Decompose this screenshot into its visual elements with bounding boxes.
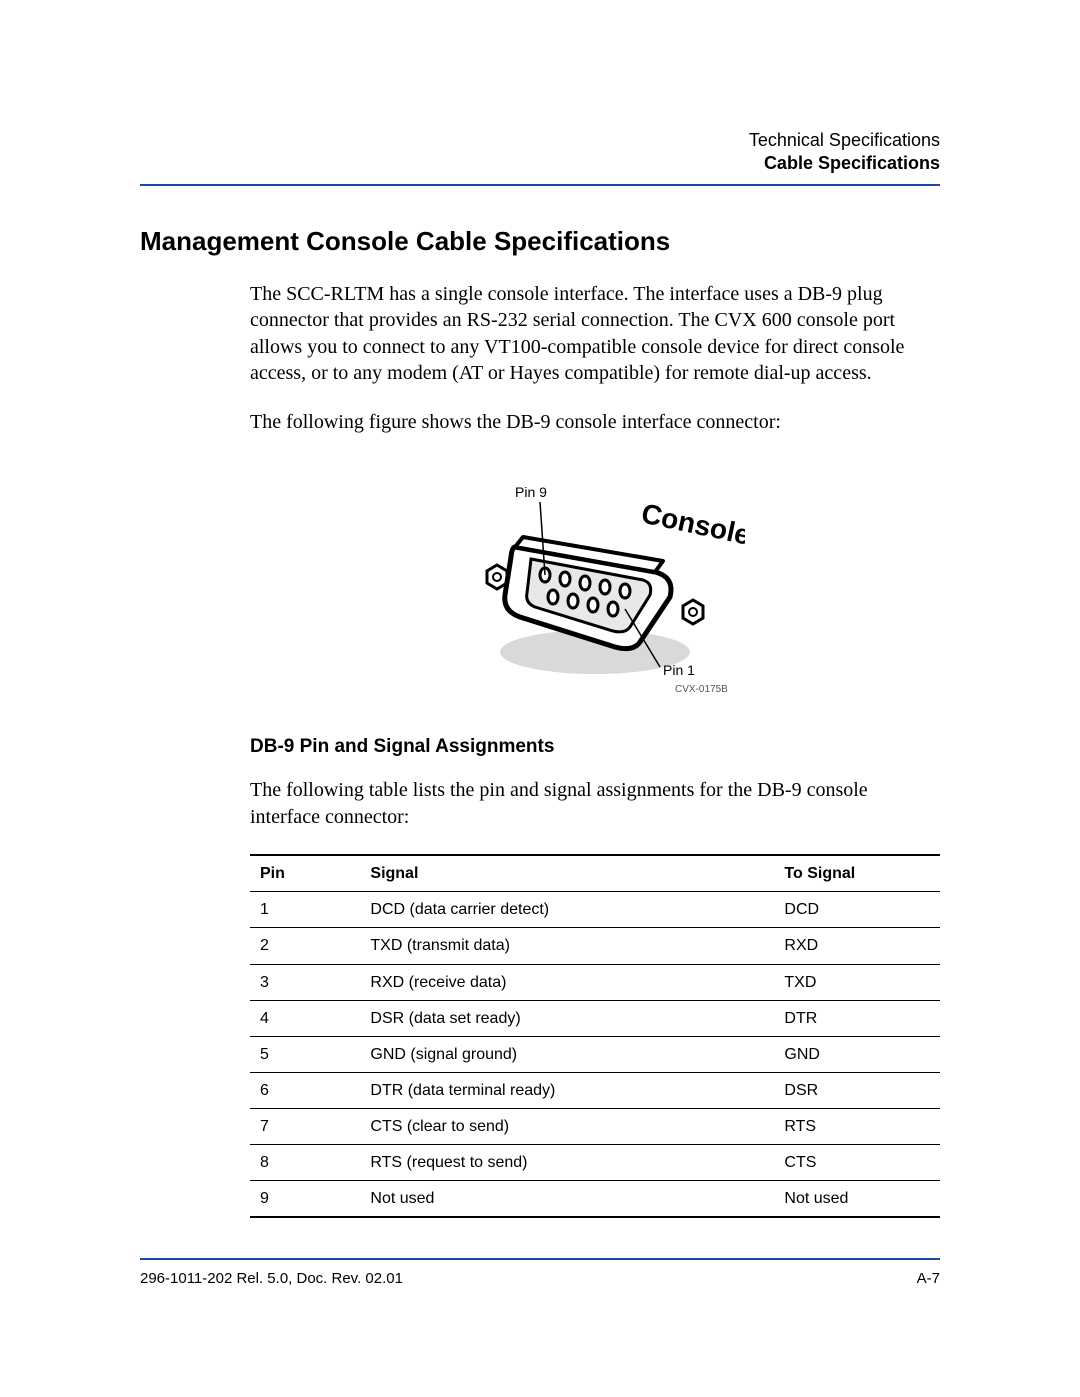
page-header: Technical Specifications Cable Specifica… (140, 130, 940, 174)
page-footer: 296-1011-202 Rel. 5.0, Doc. Rev. 02.01 A… (140, 1258, 940, 1287)
th-to-signal: To Signal (774, 855, 940, 892)
cell-signal: DTR (data terminal ready) (360, 1072, 774, 1108)
cell-signal: DSR (data set ready) (360, 1000, 774, 1036)
db9-figure: Pin 9 Console Pin 1 CVX-0175B (250, 457, 940, 704)
paragraph-2: The following figure shows the DB-9 cons… (250, 409, 940, 435)
cell-pin: 2 (250, 928, 360, 964)
subsection-intro: The following table lists the pin and si… (250, 777, 940, 830)
cell-to_signal: DCD (774, 892, 940, 928)
header-rule (140, 184, 940, 186)
pin-signal-table: Pin Signal To Signal 1DCD (data carrier … (250, 854, 940, 1218)
table-row: 9Not usedNot used (250, 1181, 940, 1218)
table-row: 2TXD (transmit data)RXD (250, 928, 940, 964)
figure-pin1-label: Pin 1 (663, 662, 695, 678)
footer-rule (140, 1258, 940, 1260)
cell-pin: 7 (250, 1108, 360, 1144)
db9-connector-icon: Pin 9 Console Pin 1 CVX-0175B (445, 457, 745, 697)
header-doc-section: Technical Specifications (140, 130, 940, 151)
cell-pin: 6 (250, 1072, 360, 1108)
cell-to_signal: Not used (774, 1181, 940, 1218)
cell-signal: TXD (transmit data) (360, 928, 774, 964)
cell-pin: 4 (250, 1000, 360, 1036)
cell-signal: RTS (request to send) (360, 1145, 774, 1181)
section-title: Management Console Cable Specifications (140, 226, 940, 257)
cell-to_signal: GND (774, 1036, 940, 1072)
cell-pin: 9 (250, 1181, 360, 1218)
cell-pin: 3 (250, 964, 360, 1000)
cell-to_signal: DSR (774, 1072, 940, 1108)
cell-pin: 5 (250, 1036, 360, 1072)
subsection-title: DB-9 Pin and Signal Assignments (250, 734, 940, 759)
paragraph-1: The SCC-RLTM has a single console interf… (250, 281, 940, 387)
table-row: 7CTS (clear to send)RTS (250, 1108, 940, 1144)
table-row: 1DCD (data carrier detect)DCD (250, 892, 940, 928)
figure-console-label: Console (639, 497, 745, 550)
cell-to_signal: TXD (774, 964, 940, 1000)
figure-code: CVX-0175B (675, 684, 728, 695)
cell-signal: Not used (360, 1181, 774, 1218)
table-row: 6DTR (data terminal ready)DSR (250, 1072, 940, 1108)
body-content: The SCC-RLTM has a single console interf… (250, 281, 940, 1218)
header-subsection: Cable Specifications (140, 153, 940, 174)
table-row: 8RTS (request to send)CTS (250, 1145, 940, 1181)
cell-to_signal: RTS (774, 1108, 940, 1144)
footer-doc-id: 296-1011-202 Rel. 5.0, Doc. Rev. 02.01 (140, 1270, 403, 1287)
table-header-row: Pin Signal To Signal (250, 855, 940, 892)
cell-signal: DCD (data carrier detect) (360, 892, 774, 928)
th-signal: Signal (360, 855, 774, 892)
footer-page-number: A-7 (917, 1270, 940, 1287)
cell-pin: 1 (250, 892, 360, 928)
table-row: 4DSR (data set ready)DTR (250, 1000, 940, 1036)
figure-pin9-label: Pin 9 (515, 484, 547, 500)
cell-signal: GND (signal ground) (360, 1036, 774, 1072)
cell-to_signal: CTS (774, 1145, 940, 1181)
cell-signal: RXD (receive data) (360, 964, 774, 1000)
cell-to_signal: RXD (774, 928, 940, 964)
table-row: 3RXD (receive data)TXD (250, 964, 940, 1000)
page: Technical Specifications Cable Specifica… (0, 0, 1080, 1397)
table-row: 5GND (signal ground)GND (250, 1036, 940, 1072)
th-pin: Pin (250, 855, 360, 892)
cell-pin: 8 (250, 1145, 360, 1181)
cell-signal: CTS (clear to send) (360, 1108, 774, 1144)
cell-to_signal: DTR (774, 1000, 940, 1036)
